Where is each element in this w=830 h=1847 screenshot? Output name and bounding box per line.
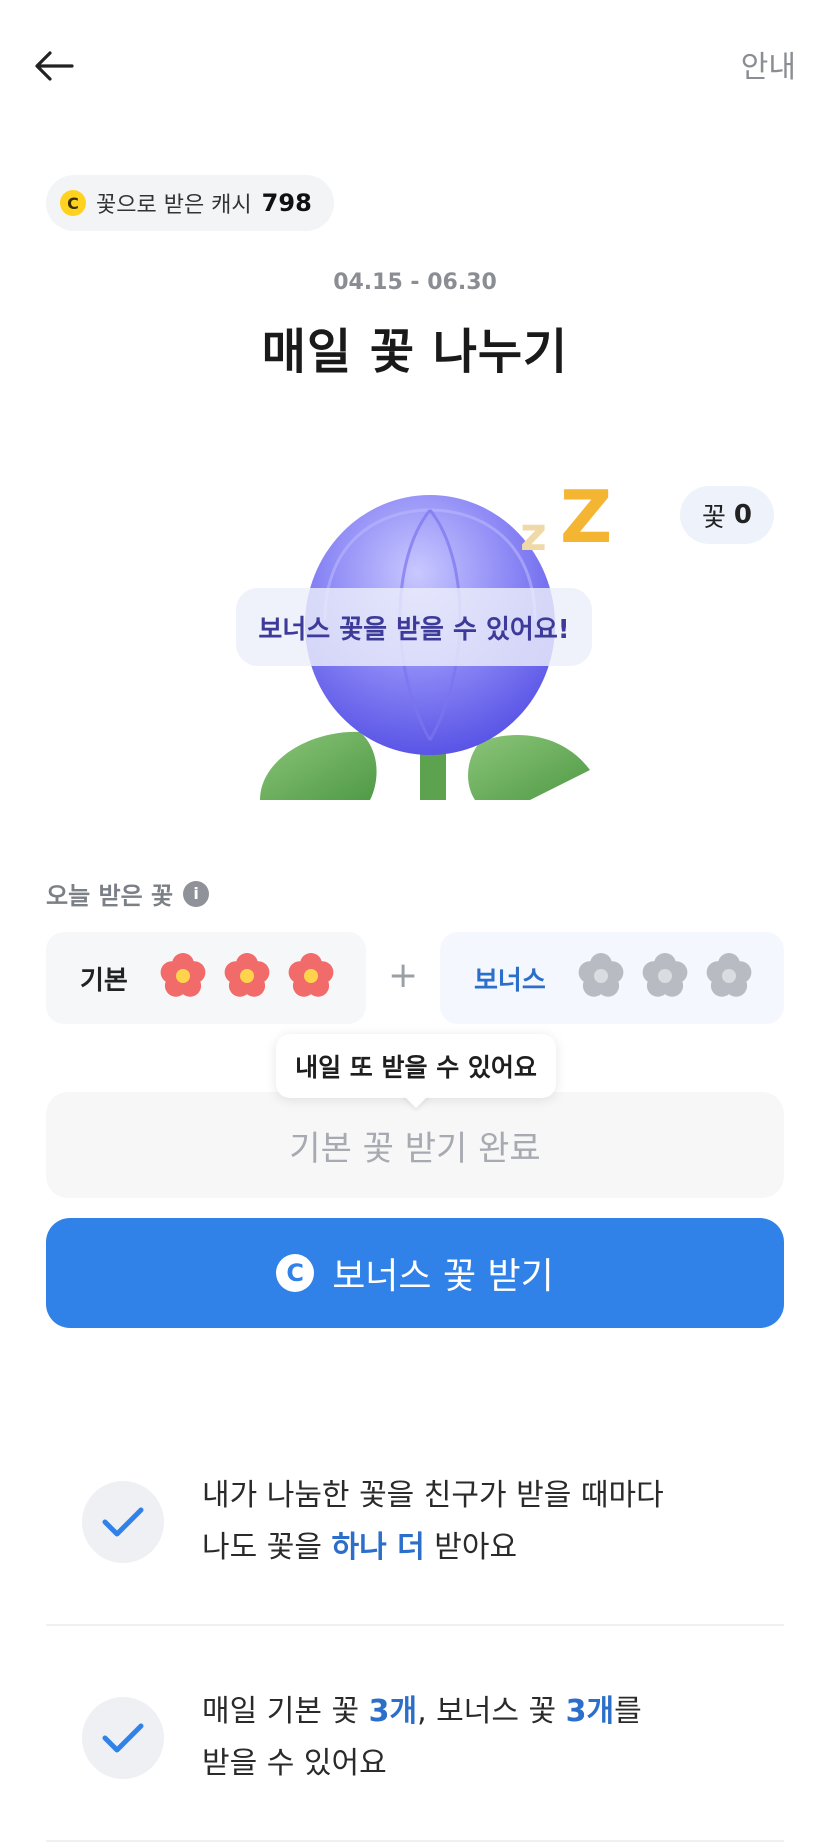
- benefit-item: 내가 나눔한 꽃을 친구가 받을 때마다 나도 꽃을 하나 더 받아요: [46, 1470, 784, 1574]
- plus-sign: +: [388, 955, 419, 996]
- bonus-available-bubble: 보너스 꽃을 받을 수 있어요!: [236, 588, 592, 666]
- tooltip: 내일 또 받을 수 있어요: [276, 1034, 556, 1098]
- flower-icon: [158, 951, 208, 1005]
- bonus-label: 보너스: [474, 965, 546, 996]
- bonus-flowers-box: 보너스: [440, 932, 784, 1024]
- divider: [46, 1624, 784, 1626]
- guide-button[interactable]: 안내: [741, 42, 796, 86]
- sleep-z-large: Z: [560, 475, 612, 559]
- receive-bonus-label: 보너스 꽃 받기: [332, 1256, 554, 1297]
- cash-summary-pill: C 꽃으로 받은 캐시 798: [46, 175, 334, 231]
- flower-icon: [576, 951, 626, 1005]
- basic-label: 기본: [80, 965, 128, 996]
- page-title: 매일 꽃 나누기: [261, 324, 569, 380]
- benefit-text: 내가 나눔한 꽃을 친구가 받을 때마다 나도 꽃을 하나 더 받아요: [202, 1470, 664, 1574]
- check-icon: [82, 1481, 164, 1563]
- event-date-range: 04.15 - 06.30: [333, 270, 497, 295]
- coin-icon: C: [60, 190, 86, 216]
- tooltip-arrow: [402, 1094, 430, 1108]
- check-icon: [82, 1697, 164, 1779]
- arrow-left-icon: [35, 51, 74, 81]
- benefit-line: 매일 기본 꽃 3개, 보너스 꽃 3개를: [202, 1694, 642, 1729]
- today-received-text: 오늘 받은 꽃: [46, 882, 174, 910]
- divider: [46, 1840, 784, 1842]
- info-icon[interactable]: i: [183, 880, 210, 907]
- benefit-line: 내가 나눔한 꽃을 친구가 받을 때마다: [202, 1478, 664, 1513]
- cash-label: 꽃으로 받은 캐시: [96, 193, 252, 218]
- flower-icon: [704, 951, 754, 1005]
- bonus-flower-icons: [576, 951, 754, 1005]
- benefit-line: 받을 수 있어요: [202, 1746, 387, 1781]
- flower-count-label: 꽃: [702, 502, 726, 533]
- flower-icon: [640, 951, 690, 1005]
- coin-icon: C: [276, 1254, 315, 1292]
- flower-count-badge: 꽃 0: [680, 486, 775, 544]
- sleep-z-small: z: [520, 507, 547, 561]
- benefit-line: 나도 꽃을 하나 더 받아요: [202, 1530, 518, 1565]
- flower-icon: [286, 951, 336, 1005]
- receive-bonus-button[interactable]: C 보너스 꽃 받기: [46, 1218, 784, 1328]
- today-received-label: 오늘 받은 꽃 i: [46, 876, 210, 911]
- cash-amount: 798: [261, 189, 312, 217]
- back-button[interactable]: [28, 40, 80, 92]
- flower-icon: [222, 951, 272, 1005]
- basic-flowers-box: 기본: [46, 932, 366, 1024]
- benefit-item: 매일 기본 꽃 3개, 보너스 꽃 3개를 받을 수 있어요: [46, 1686, 784, 1790]
- flower-count-value: 0: [733, 500, 753, 530]
- benefit-text: 매일 기본 꽃 3개, 보너스 꽃 3개를 받을 수 있어요: [202, 1686, 642, 1790]
- basic-flower-icons: [158, 951, 336, 1005]
